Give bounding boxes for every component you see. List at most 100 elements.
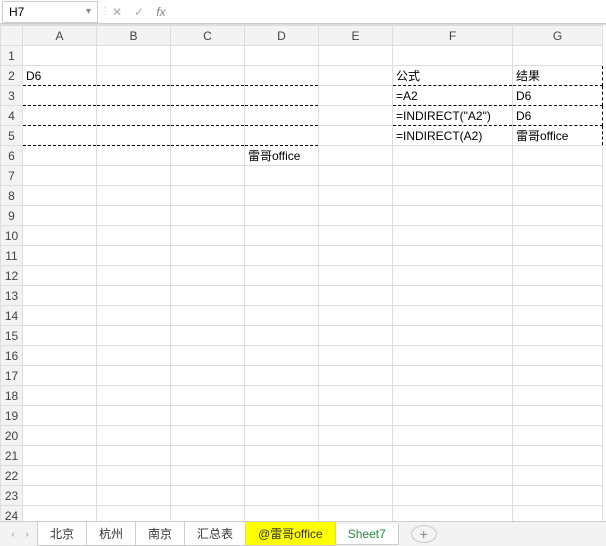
cell[interactable] — [393, 186, 513, 206]
cell[interactable] — [393, 266, 513, 286]
row-header[interactable]: 2 — [1, 66, 23, 86]
col-header[interactable]: F — [393, 26, 513, 46]
cell[interactable] — [97, 346, 171, 366]
select-all-corner[interactable] — [1, 26, 23, 46]
row-header[interactable]: 18 — [1, 386, 23, 406]
cell[interactable] — [97, 46, 171, 66]
col-header[interactable]: E — [319, 26, 393, 46]
cell[interactable] — [319, 466, 393, 486]
cell[interactable] — [23, 446, 97, 466]
cell[interactable] — [513, 346, 603, 366]
cell[interactable] — [23, 486, 97, 506]
row-header[interactable]: 23 — [1, 486, 23, 506]
cell[interactable] — [513, 366, 603, 386]
cell-F3[interactable]: =A2 — [393, 86, 513, 106]
cell[interactable] — [513, 446, 603, 466]
cell-F5[interactable]: =INDIRECT(A2) — [393, 126, 513, 146]
cell[interactable] — [23, 326, 97, 346]
cell[interactable] — [97, 246, 171, 266]
cell[interactable] — [319, 226, 393, 246]
cell[interactable] — [245, 446, 319, 466]
cell[interactable] — [319, 366, 393, 386]
col-header[interactable]: A — [23, 26, 97, 46]
cell[interactable] — [97, 66, 171, 86]
cancel-icon[interactable]: ✕ — [106, 1, 128, 23]
cell[interactable] — [97, 146, 171, 166]
cell[interactable] — [23, 346, 97, 366]
sheet-tab[interactable]: Sheet7 — [335, 524, 399, 545]
cell[interactable] — [393, 406, 513, 426]
cell-G2[interactable]: 结果 — [513, 66, 603, 86]
cell[interactable] — [97, 286, 171, 306]
fx-icon[interactable]: fx — [150, 1, 172, 23]
cell[interactable] — [23, 386, 97, 406]
cell[interactable] — [171, 466, 245, 486]
cell[interactable] — [513, 266, 603, 286]
nav-prev-icon[interactable]: ‹ — [6, 525, 20, 543]
row-header[interactable]: 14 — [1, 306, 23, 326]
row-header[interactable]: 4 — [1, 106, 23, 126]
cell[interactable] — [23, 246, 97, 266]
cell[interactable] — [319, 106, 393, 126]
cell[interactable] — [171, 306, 245, 326]
cell[interactable] — [319, 306, 393, 326]
cell[interactable] — [245, 426, 319, 446]
cell[interactable] — [393, 446, 513, 466]
cell[interactable] — [245, 246, 319, 266]
cell[interactable] — [393, 146, 513, 166]
nav-next-icon[interactable]: › — [20, 525, 34, 543]
cell[interactable] — [393, 286, 513, 306]
sheet-tab[interactable]: 北京 — [37, 522, 87, 546]
cell[interactable] — [171, 166, 245, 186]
cell[interactable] — [171, 86, 245, 106]
row-header[interactable]: 13 — [1, 286, 23, 306]
cell[interactable] — [97, 226, 171, 246]
cell[interactable] — [171, 446, 245, 466]
cell[interactable] — [171, 486, 245, 506]
cell[interactable] — [513, 426, 603, 446]
accept-icon[interactable]: ✓ — [128, 1, 150, 23]
cell[interactable] — [23, 506, 97, 522]
cell[interactable] — [393, 166, 513, 186]
cell[interactable] — [513, 286, 603, 306]
cell-G4[interactable]: D6 — [513, 106, 603, 126]
row-header[interactable]: 16 — [1, 346, 23, 366]
cell[interactable] — [171, 406, 245, 426]
cell[interactable] — [513, 226, 603, 246]
cell[interactable] — [393, 46, 513, 66]
cell[interactable] — [245, 486, 319, 506]
cell[interactable] — [171, 386, 245, 406]
cell[interactable] — [319, 86, 393, 106]
cell[interactable] — [97, 406, 171, 426]
cell[interactable] — [513, 186, 603, 206]
cell[interactable] — [513, 46, 603, 66]
cell[interactable] — [393, 206, 513, 226]
cell[interactable] — [319, 146, 393, 166]
cell[interactable] — [513, 406, 603, 426]
col-header[interactable]: C — [171, 26, 245, 46]
cell[interactable] — [23, 106, 97, 126]
cell[interactable] — [171, 506, 245, 522]
cell[interactable] — [393, 326, 513, 346]
cell-D6[interactable]: 雷哥office — [245, 146, 319, 166]
formula-input[interactable] — [172, 1, 606, 23]
row-header[interactable]: 9 — [1, 206, 23, 226]
cell[interactable] — [97, 446, 171, 466]
cell[interactable] — [319, 386, 393, 406]
cell[interactable] — [319, 166, 393, 186]
name-box[interactable]: H7 ▾ — [2, 1, 98, 23]
cell[interactable] — [23, 86, 97, 106]
cell[interactable] — [245, 226, 319, 246]
cell[interactable] — [319, 186, 393, 206]
row-header[interactable]: 7 — [1, 166, 23, 186]
cell[interactable] — [171, 206, 245, 226]
cell[interactable] — [245, 106, 319, 126]
sheet-tab-active[interactable]: @雷哥office — [245, 522, 336, 546]
cell[interactable] — [245, 386, 319, 406]
cell[interactable] — [23, 166, 97, 186]
cell[interactable] — [319, 426, 393, 446]
cell[interactable] — [97, 266, 171, 286]
cell[interactable] — [97, 426, 171, 446]
cell-G5[interactable]: 雷哥office — [513, 126, 603, 146]
cell[interactable] — [171, 346, 245, 366]
